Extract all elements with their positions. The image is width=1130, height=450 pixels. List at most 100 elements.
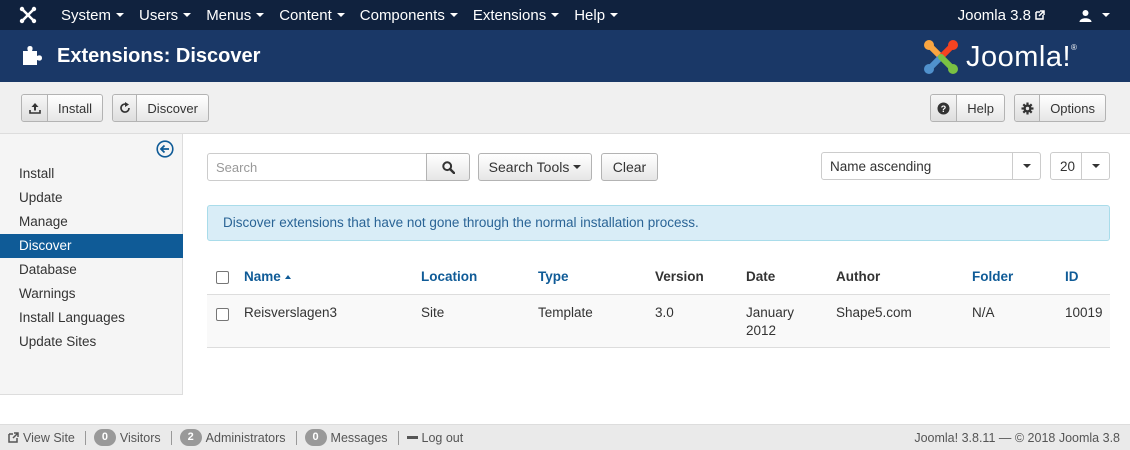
menu-users[interactable]: Users — [134, 7, 201, 24]
options-button-label: Options — [1050, 100, 1095, 116]
menu-extensions-label: Extensions — [472, 6, 547, 24]
administrators-badge: 2 — [179, 429, 202, 446]
extensions-table: Name Location Type Version Date Author F… — [207, 259, 1110, 348]
sidebar-item-install[interactable]: Install — [0, 162, 183, 186]
column-header-type[interactable]: Type — [538, 259, 655, 295]
visitors-badge: 0 — [93, 429, 116, 446]
sidebar-item-manage[interactable]: Manage — [0, 210, 183, 234]
administrators-status: 2 Administrators — [172, 429, 296, 446]
cell-date-year: 2012 — [746, 322, 777, 338]
sidebar-item-update[interactable]: Update — [0, 186, 183, 210]
limit-select-value: 20 — [1060, 158, 1076, 174]
cell-type: Template — [538, 294, 655, 348]
install-button[interactable]: Install — [21, 94, 103, 122]
search-tools-label: Search Tools — [488, 159, 570, 175]
caret-down-icon — [116, 13, 125, 17]
sidebar-item-update-sites[interactable]: Update Sites — [0, 330, 183, 354]
column-header-version: Version — [655, 259, 746, 295]
sidebar-menu: Install Update Manage Discover Database … — [0, 162, 183, 354]
menu-users-label: Users — [139, 6, 179, 24]
page-header: Extensions: Discover Joomla! ® — [0, 30, 1130, 82]
menu-system-label: System — [61, 6, 112, 24]
page-title: Extensions: Discover — [57, 45, 261, 67]
row-select-cell — [207, 294, 244, 348]
site-name: Joomla 3.8 — [957, 6, 1031, 24]
footer-copyright: Joomla! 3.8.11 — © 2018 Joomla 3.8 — [914, 425, 1120, 450]
discover-button-label: Discover — [147, 100, 198, 116]
navbar-right: Joomla 3.8 — [958, 0, 1130, 30]
user-icon — [1079, 9, 1092, 22]
top-navbar: System Users Menus Content Components Ex… — [0, 0, 1130, 30]
messages-badge: 0 — [304, 429, 327, 446]
caret-down-icon — [449, 13, 458, 17]
site-link[interactable]: Joomla 3.8 — [958, 7, 1045, 24]
chevron-down-icon — [1012, 153, 1040, 179]
clear-button-label: Clear — [612, 159, 647, 175]
search-tools-button[interactable]: Search Tools — [478, 153, 592, 181]
footer-copyright-text: — © 2018 Joomla 3.8 — [998, 431, 1120, 445]
collapse-left-icon[interactable] — [156, 140, 174, 161]
discover-button[interactable]: Discover — [112, 94, 209, 122]
info-alert: Discover extensions that have not gone t… — [207, 205, 1110, 241]
sidebar-item-discover[interactable]: Discover — [0, 234, 183, 258]
menu-components[interactable]: Components — [355, 7, 468, 24]
column-header-folder[interactable]: Folder — [972, 259, 1065, 295]
select-all-cell — [207, 259, 244, 295]
menu-extensions[interactable]: Extensions — [468, 7, 569, 24]
ordering-select[interactable]: Name ascending — [821, 152, 1041, 180]
sort-ascending-icon — [284, 275, 291, 280]
row-checkbox[interactable] — [216, 308, 229, 322]
joomla-brand-logo: Joomla! ® — [922, 38, 1077, 76]
upload-icon — [22, 95, 49, 121]
menu-help-label: Help — [574, 6, 606, 24]
view-site-label: View Site — [23, 430, 75, 445]
sidebar-item-database[interactable]: Database — [0, 258, 183, 282]
options-button[interactable]: Options — [1014, 94, 1106, 122]
external-link-icon — [1035, 10, 1045, 20]
cell-author: Shape5.com — [836, 294, 972, 348]
visitors-status: 0 Visitors — [86, 429, 171, 446]
joomla-logo-icon — [924, 40, 958, 74]
table-row: Reisverslagen3 Site Template 3.0 January… — [207, 294, 1110, 348]
select-all-checkbox[interactable] — [216, 270, 229, 284]
search-button[interactable] — [426, 153, 470, 181]
menu-content[interactable]: Content — [274, 7, 355, 24]
menu-menus[interactable]: Menus — [201, 7, 274, 24]
column-header-id[interactable]: ID — [1065, 259, 1110, 295]
user-menu[interactable] — [1079, 9, 1110, 22]
gear-icon — [1015, 95, 1041, 121]
caret-down-icon — [256, 13, 265, 17]
status-bar: View Site 0 Visitors 2 Administrators 0 … — [0, 424, 1130, 450]
cell-location: Site — [421, 294, 538, 348]
limit-select[interactable]: 20 — [1050, 152, 1110, 180]
brand-text: Joomla! — [966, 41, 1072, 73]
sidebar-item-warnings[interactable]: Warnings — [0, 282, 183, 306]
install-button-label: Install — [58, 100, 92, 116]
brand-registered-mark: ® — [1071, 42, 1077, 52]
caret-down-icon — [183, 13, 192, 17]
menu-menus-label: Menus — [206, 6, 252, 24]
caret-down-icon — [551, 13, 560, 17]
joomla-icon[interactable] — [0, 0, 56, 30]
cell-folder: N/A — [972, 294, 1065, 348]
visitors-label: Visitors — [119, 430, 161, 445]
messages-link[interactable]: 0 Messages — [297, 429, 398, 446]
sidebar-item-install-languages[interactable]: Install Languages — [0, 306, 183, 330]
messages-label: Messages — [330, 430, 388, 445]
column-header-name[interactable]: Name — [244, 259, 421, 295]
menu-system[interactable]: System — [56, 7, 134, 24]
view-site-link[interactable]: View Site — [0, 431, 85, 445]
cell-version: 3.0 — [655, 294, 746, 348]
search-input[interactable] — [207, 153, 427, 181]
chevron-down-icon — [1081, 153, 1109, 179]
external-link-icon — [8, 432, 19, 443]
menu-content-label: Content — [279, 6, 332, 24]
menu-help[interactable]: Help — [569, 7, 628, 24]
logout-link[interactable]: Log out — [399, 431, 474, 445]
help-button[interactable]: ? Help — [930, 94, 1005, 122]
main-menu: System Users Menus Content Components Ex… — [56, 0, 628, 30]
column-header-author: Author — [836, 259, 972, 295]
column-header-location[interactable]: Location — [421, 259, 538, 295]
help-button-label: Help — [967, 100, 994, 116]
clear-button[interactable]: Clear — [601, 153, 658, 181]
